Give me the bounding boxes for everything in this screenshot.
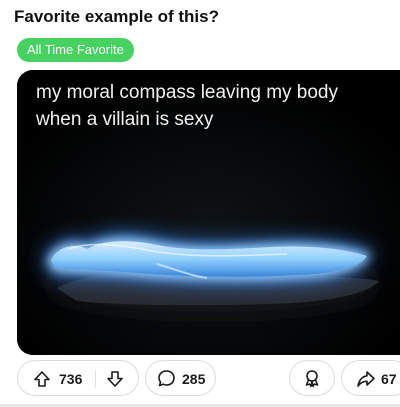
share-button[interactable]: 67 bbox=[341, 360, 400, 396]
comment-bubble-icon bbox=[157, 369, 176, 388]
post-flair[interactable]: All Time Favorite bbox=[17, 38, 134, 62]
post-title[interactable]: Favorite example of this? bbox=[14, 7, 219, 27]
comments-button[interactable]: 285 bbox=[145, 360, 216, 396]
share-count: 67 bbox=[381, 371, 397, 387]
award-ribbon-icon bbox=[302, 368, 322, 388]
vote-divider bbox=[95, 370, 96, 388]
meme-caption: my moral compass leaving my body when a … bbox=[36, 82, 338, 130]
vote-control: 736 bbox=[17, 360, 139, 396]
share-arrow-icon bbox=[356, 369, 376, 388]
comment-count: 285 bbox=[182, 371, 206, 387]
post-image[interactable]: my moral compass leaving my body when a … bbox=[17, 70, 400, 355]
vote-score: 736 bbox=[59, 371, 83, 387]
downvote-arrow-icon[interactable] bbox=[106, 370, 124, 388]
upvote-arrow-icon[interactable] bbox=[33, 370, 51, 388]
award-button[interactable] bbox=[289, 360, 335, 396]
action-bar: 736 285 67 bbox=[0, 360, 400, 400]
post-card: Favorite example of this? All Time Favor… bbox=[0, 0, 400, 407]
